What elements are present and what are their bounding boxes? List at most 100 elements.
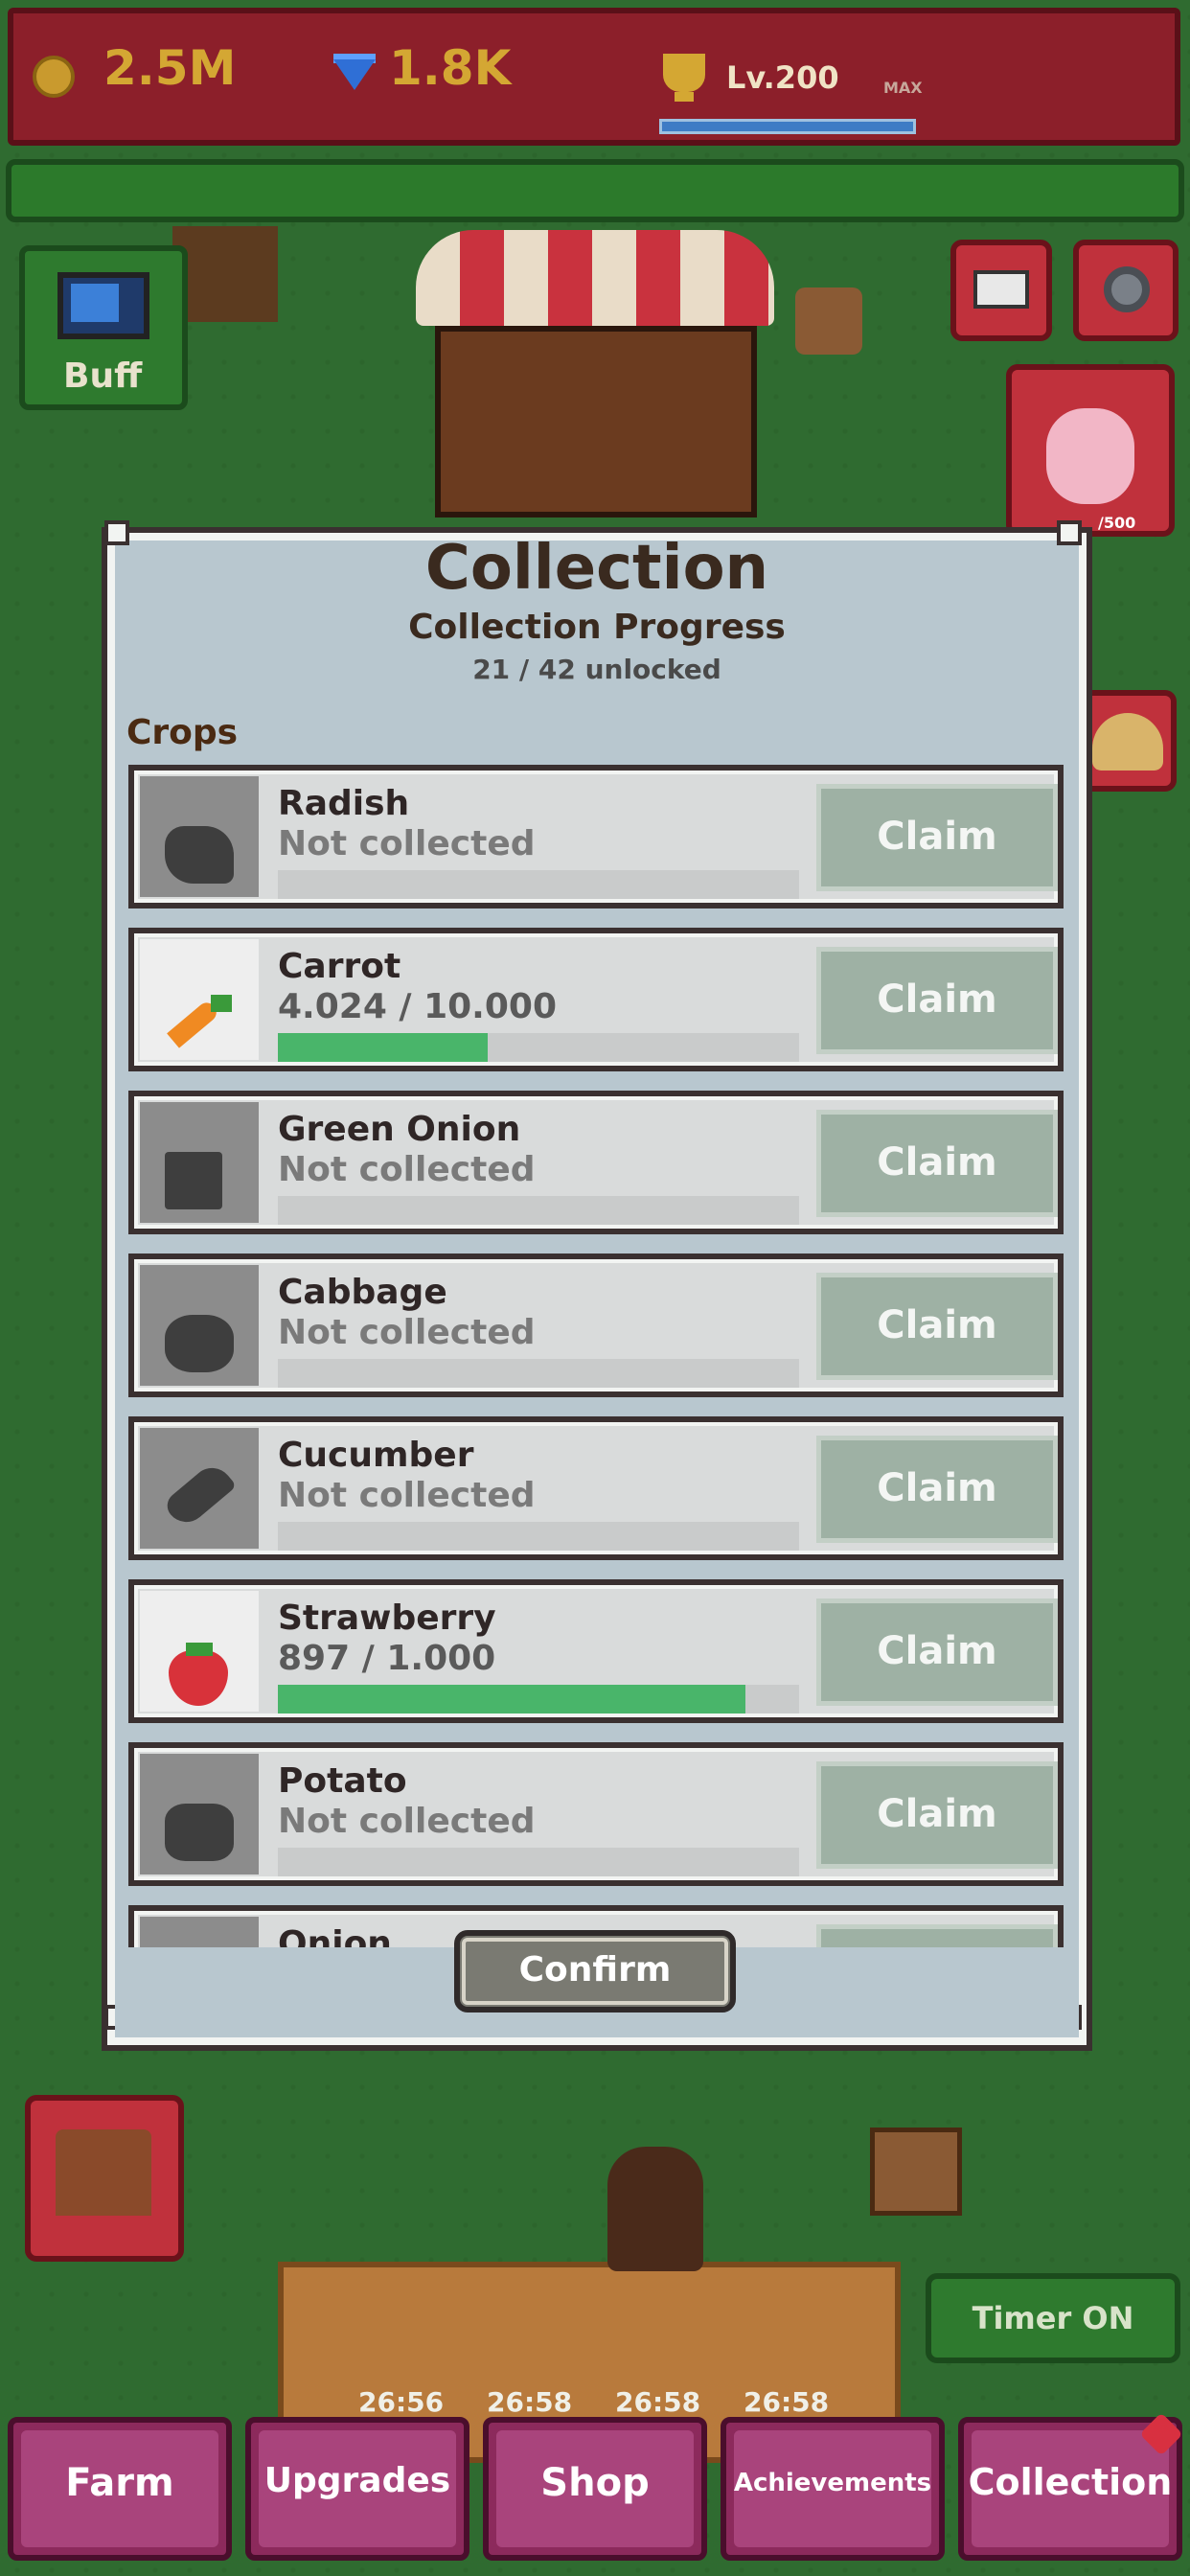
item-progress-bar <box>278 1359 799 1388</box>
claim-button[interactable]: Claim <box>816 1761 1058 1869</box>
list-item: Carrot 4.024 / 10.000 Claim <box>128 928 1064 1071</box>
item-icon-box <box>140 1102 259 1223</box>
gold-amount: 2.5M <box>103 40 237 96</box>
cabbage-silhouette-icon <box>165 1315 234 1372</box>
nav-upgrades[interactable]: Upgrades <box>245 2417 469 2561</box>
item-progress-bar <box>278 1522 799 1551</box>
level-label: Lv.200 <box>726 59 839 96</box>
confirm-button[interactable]: Confirm <box>454 1930 736 2012</box>
plot-timer: 26:58 <box>615 2386 701 2418</box>
potato-silhouette-icon <box>165 1804 234 1861</box>
item-name: Radish <box>278 784 410 823</box>
coin-icon <box>33 56 75 98</box>
mail-button[interactable] <box>950 240 1052 341</box>
item-name: Potato <box>278 1761 407 1801</box>
radish-silhouette-icon <box>165 826 234 884</box>
barn-icon <box>56 2129 151 2216</box>
strawberry-icon <box>169 1650 228 1706</box>
mail-icon <box>973 270 1029 309</box>
trophy-icon <box>663 54 705 92</box>
item-icon-box <box>140 776 259 897</box>
unlocked-count: 21 / 42 unlocked <box>472 654 721 685</box>
gem-icon <box>333 59 376 90</box>
max-label: MAX <box>883 79 923 97</box>
item-name: Cucumber <box>278 1436 474 1475</box>
claim-button[interactable]: Claim <box>816 1273 1058 1380</box>
item-progress-fill <box>278 1685 745 1714</box>
piggy-bank-button[interactable]: /500 <box>1006 364 1175 537</box>
timer-toggle-button[interactable]: Timer ON <box>926 2273 1180 2363</box>
gem-amount: 1.8K <box>389 40 512 96</box>
settings-button[interactable] <box>1073 240 1179 341</box>
nav-farm[interactable]: Farm <box>8 2417 232 2561</box>
item-icon-box <box>140 1428 259 1549</box>
plot-timer: 26:58 <box>487 2386 573 2418</box>
gear-icon <box>1104 266 1150 312</box>
item-icon-box <box>140 1591 259 1712</box>
grape-signpost <box>870 2128 962 2216</box>
nav-shop-label: Shop <box>540 2461 650 2505</box>
item-icon-box <box>140 1754 259 1874</box>
claim-button[interactable]: Claim <box>816 1598 1058 1706</box>
item-status: Not collected <box>278 824 536 863</box>
claim-button[interactable]: Claim <box>816 947 1058 1054</box>
nav-collection-label: Collection <box>968 2461 1173 2503</box>
nav-achievements-label: Achievements <box>733 2469 932 2497</box>
item-icon-box <box>140 1265 259 1386</box>
claim-button[interactable]: Claim <box>816 1110 1058 1217</box>
item-progress-fill <box>278 1033 488 1062</box>
item-name: Onion <box>278 1924 392 1949</box>
item-progress-bar <box>278 1033 799 1062</box>
collection-list[interactable]: Radish Not collected Claim Carrot 4.024 … <box>128 761 1064 1949</box>
cucumber-silhouette-icon <box>161 1460 238 1530</box>
barn-button[interactable] <box>25 2095 184 2262</box>
straw-hat-icon <box>1092 713 1163 770</box>
market-stand[interactable] <box>435 326 757 518</box>
tree-trunk <box>172 226 278 322</box>
list-item: Strawberry 897 / 1.000 Claim <box>128 1579 1064 1723</box>
market-stand-awning <box>416 230 774 326</box>
list-item: Potato Not collected Claim <box>128 1742 1064 1886</box>
item-name: Carrot <box>278 947 401 986</box>
item-status: Not collected <box>278 1476 536 1515</box>
dialog-subtitle: Collection Progress <box>408 608 786 647</box>
section-header-crops: Crops <box>126 713 239 752</box>
xp-bar-fill <box>662 122 913 131</box>
claim-button[interactable] <box>816 1924 1058 1949</box>
list-item: Radish Not collected Claim <box>128 765 1064 908</box>
item-progress-bar <box>278 1848 799 1876</box>
buff-label: Buff <box>63 356 143 396</box>
dialog-title: Collection <box>424 533 769 604</box>
nav-achievements[interactable]: Achievements <box>721 2417 945 2561</box>
tree-stump <box>795 288 862 355</box>
item-progress-bar <box>278 870 799 899</box>
piggy-count: /500 <box>1098 514 1136 532</box>
list-item: Cucumber Not collected Claim <box>128 1416 1064 1560</box>
item-status: 897 / 1.000 <box>278 1639 496 1678</box>
carrot-leaf <box>211 995 232 1012</box>
list-item: Cabbage Not collected Claim <box>128 1254 1064 1397</box>
piggy-icon <box>1046 408 1134 504</box>
item-icon-box <box>140 939 259 1060</box>
item-name: Green Onion <box>278 1110 521 1149</box>
nav-upgrades-label: Upgrades <box>263 2461 451 2500</box>
farmer-character <box>607 2147 703 2271</box>
status-bar <box>6 159 1184 222</box>
claim-button[interactable]: Claim <box>816 1436 1058 1543</box>
list-item: Green Onion Not collected Claim <box>128 1091 1064 1234</box>
item-progress-bar <box>278 1196 799 1225</box>
item-status: 4.024 / 10.000 <box>278 987 558 1026</box>
claim-button[interactable]: Claim <box>816 784 1058 891</box>
green-onion-silhouette-icon <box>165 1152 222 1209</box>
item-icon-box <box>140 1917 259 1949</box>
item-status: Not collected <box>278 1150 536 1189</box>
nav-shop[interactable]: Shop <box>483 2417 707 2561</box>
nav-farm-label: Farm <box>65 2461 174 2505</box>
item-status: Not collected <box>278 1313 536 1352</box>
trophy-base <box>675 92 694 102</box>
item-name: Strawberry <box>278 1598 496 1638</box>
plot-timer: 26:56 <box>358 2386 445 2418</box>
item-status: Not collected <box>278 1802 536 1841</box>
item-progress-bar <box>278 1685 799 1714</box>
hat-button[interactable] <box>1077 690 1177 792</box>
